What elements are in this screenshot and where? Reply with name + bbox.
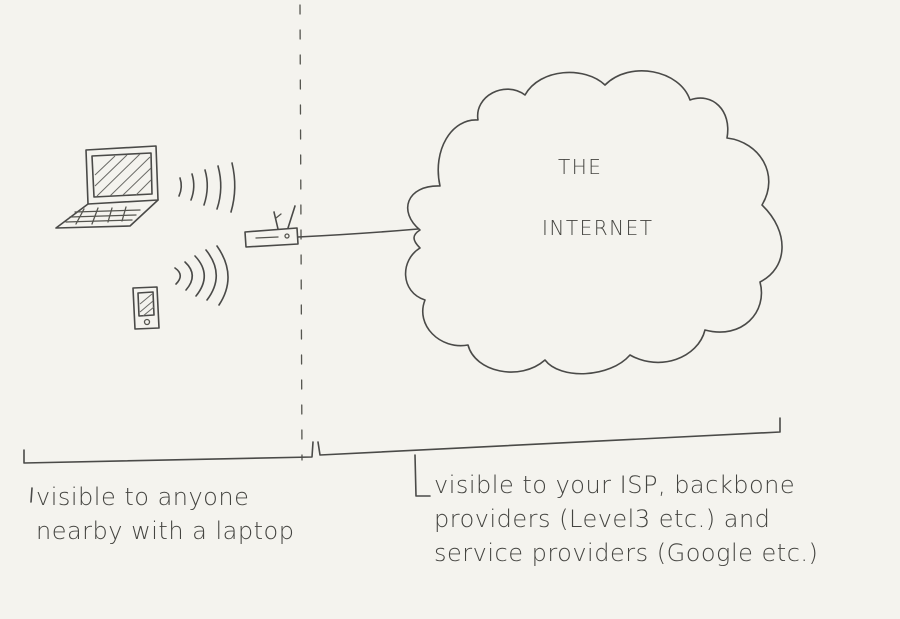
cloud-label-line2: INTERNET bbox=[542, 216, 654, 240]
right-caption-tick bbox=[414, 454, 431, 497]
router-icon bbox=[244, 205, 299, 248]
cloud-label-line1: THE bbox=[558, 155, 603, 179]
left-bracket bbox=[23, 441, 314, 464]
laptop-icon bbox=[55, 145, 159, 229]
right-bracket bbox=[317, 417, 781, 456]
laptop-wifi-waves-icon bbox=[178, 162, 236, 213]
right-caption: visible to your ISP, backbone providers … bbox=[434, 471, 819, 567]
connection-line bbox=[297, 228, 419, 238]
phone-icon bbox=[132, 286, 160, 330]
phone-wifi-waves-icon bbox=[174, 245, 229, 306]
left-caption: visible to anyone nearby with a laptop bbox=[36, 483, 295, 545]
left-caption-tick bbox=[30, 487, 33, 503]
diagram-canvas: THE INTERNET visible to anyone nearby wi… bbox=[0, 0, 900, 619]
divider-line bbox=[299, 4, 303, 461]
